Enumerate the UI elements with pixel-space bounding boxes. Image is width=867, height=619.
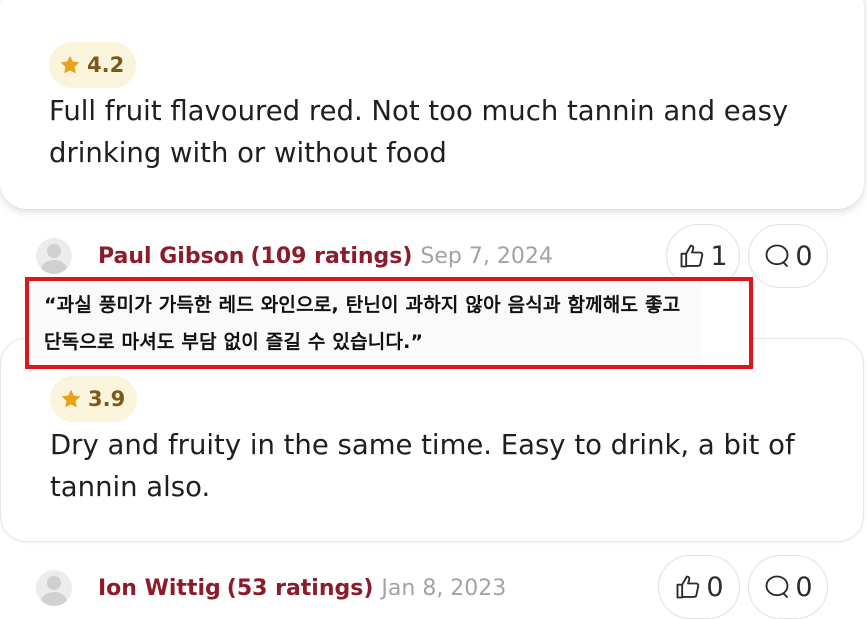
review-date: Sep 7, 2024 <box>420 243 553 269</box>
rating-value: 3.9 <box>88 387 126 411</box>
review-text: Dry and fruity in the same time. Easy to… <box>50 429 795 503</box>
translation-text: “과실 풍미가 가득한 레드 와인으로, 탄닌이 과하지 않아 음식과 함께해도… <box>29 281 701 365</box>
comment-button[interactable]: 0 <box>748 555 828 619</box>
star-icon <box>61 389 81 408</box>
like-count: 0 <box>706 571 724 603</box>
star-icon <box>60 55 80 74</box>
speech-bubble-icon <box>765 575 789 599</box>
comment-button[interactable]: 0 <box>748 224 828 288</box>
rating-badge: 4.2 <box>49 42 137 88</box>
translation-highlight-box: “과실 풍미가 가득한 레드 와인으로, 탄닌이 과하지 않아 음식과 함께해도… <box>25 277 753 369</box>
comment-count: 0 <box>795 571 813 603</box>
speech-bubble-icon <box>765 244 789 268</box>
author-ratings-count[interactable]: (109 ratings) <box>250 244 412 269</box>
author-name[interactable]: Ion Wittig <box>98 576 221 601</box>
author-name[interactable]: Paul Gibson <box>98 244 244 269</box>
review-date: Jan 8, 2023 <box>381 575 507 601</box>
thumbs-up-icon <box>680 244 704 268</box>
review-text: Full fruit flavoured red. Not too much t… <box>49 95 789 169</box>
review-card: 4.2 Full fruit flavoured red. Not too mu… <box>0 0 864 209</box>
avatar[interactable] <box>36 238 72 274</box>
comment-count: 0 <box>795 240 813 272</box>
author-ratings-count[interactable]: (53 ratings) <box>227 576 374 601</box>
avatar[interactable] <box>36 570 72 606</box>
like-button[interactable]: 0 <box>658 555 740 619</box>
like-count: 1 <box>710 240 728 272</box>
review-author-row: Ion Wittig (53 ratings) Jan 8, 2023 <box>36 568 506 608</box>
rating-value: 4.2 <box>87 53 125 77</box>
thumbs-up-icon <box>676 575 700 599</box>
review-author-row: Paul Gibson (109 ratings) Sep 7, 2024 <box>36 236 553 276</box>
rating-badge: 3.9 <box>50 376 138 422</box>
